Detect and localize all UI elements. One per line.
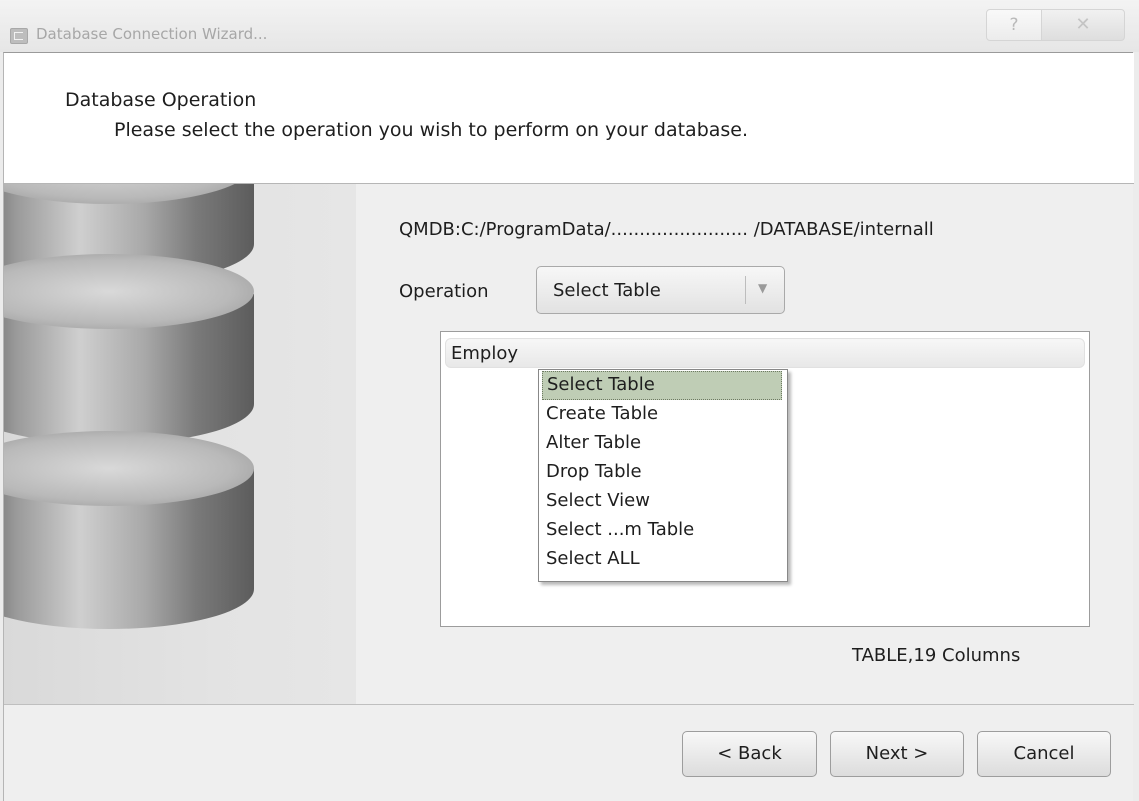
title-bar: Database Connection Wizard... ? ✕ (0, 0, 1139, 52)
wizard-dialog: Database Operation Please select the ope… (3, 52, 1134, 801)
dropdown-option-create-table[interactable]: Create Table (542, 401, 782, 430)
connection-path: QMDB:C:/ProgramData/....................… (399, 219, 934, 240)
operation-selected-value: Select Table (553, 280, 661, 301)
operation-dropdown-list: Select Table Create Table Alter Table Dr… (538, 369, 788, 582)
database-illustration (4, 184, 356, 704)
window-title: Database Connection Wizard... (36, 25, 268, 43)
operation-select[interactable]: Select Table ▼ (536, 266, 785, 314)
dropdown-option-select-view[interactable]: Select View (542, 488, 782, 517)
back-button[interactable]: < Back (682, 731, 817, 777)
next-button[interactable]: Next > (830, 731, 964, 777)
footer-divider (4, 704, 1134, 705)
dropdown-option-drop-table[interactable]: Drop Table (542, 459, 782, 488)
help-button[interactable]: ? (986, 9, 1042, 41)
cancel-button[interactable]: Cancel (977, 731, 1111, 777)
dropdown-option-select-m-table[interactable]: Select ...m Table (542, 517, 782, 546)
page-subtitle: Please select the operation you wish to … (114, 119, 749, 141)
page-title: Database Operation (65, 89, 257, 111)
app-icon (10, 28, 28, 44)
wizard-header: Database Operation Please select the ope… (4, 53, 1134, 184)
table-row[interactable]: Employ (445, 338, 1085, 368)
dropdown-option-alter-table[interactable]: Alter Table (542, 430, 782, 459)
operation-label: Operation (399, 281, 489, 302)
chevron-down-icon[interactable]: ▼ (758, 281, 767, 295)
combo-separator (745, 276, 746, 304)
dropdown-option-select-all[interactable]: Select ALL (542, 546, 782, 575)
dropdown-option-select-table[interactable]: Select Table (542, 371, 782, 400)
table-row-label: Employ (451, 343, 518, 364)
table-info: TABLE,19 Columns (852, 645, 1021, 666)
close-button[interactable]: ✕ (1041, 9, 1125, 41)
